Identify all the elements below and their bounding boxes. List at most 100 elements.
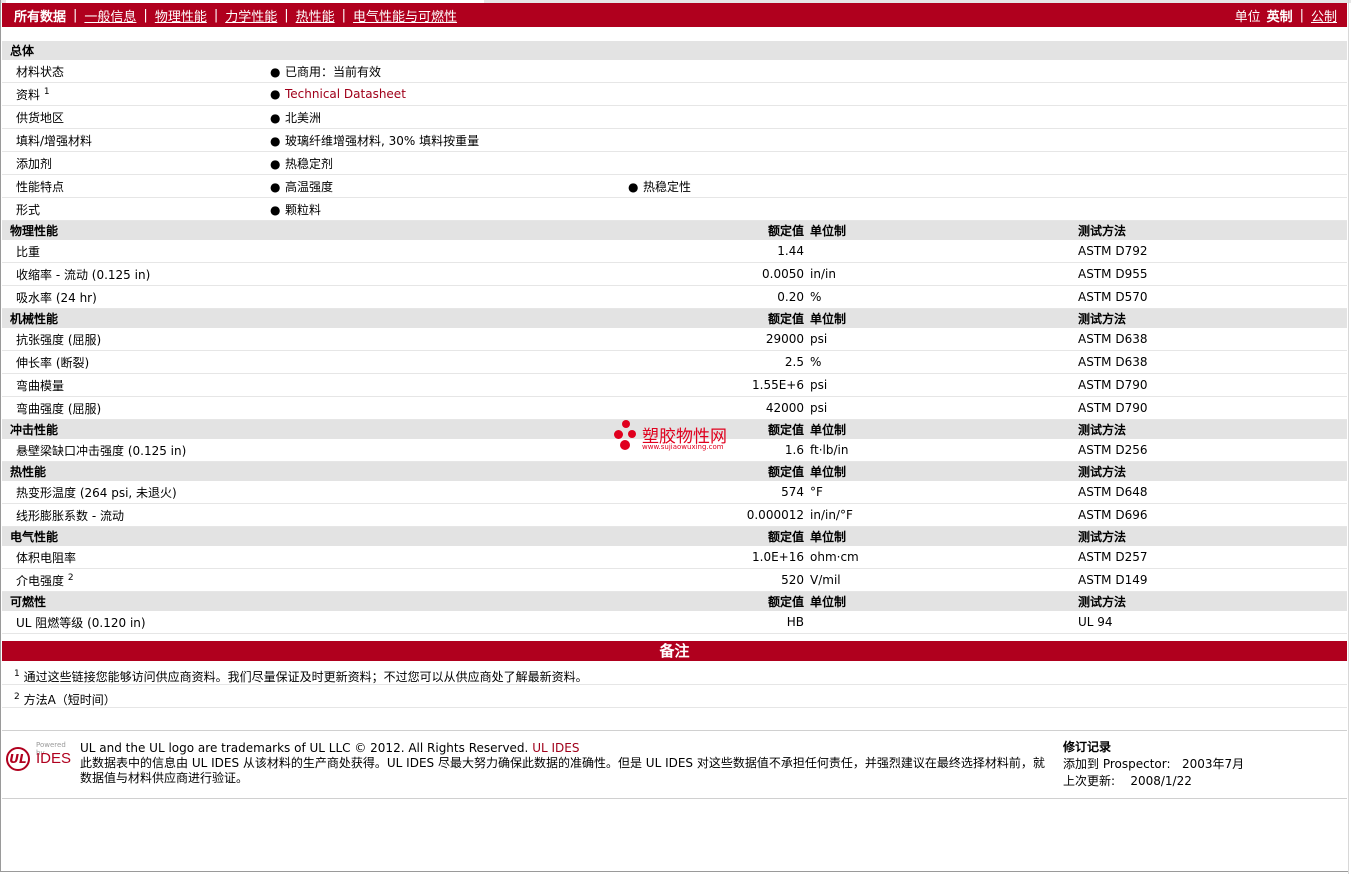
property-value: 1.44 <box>628 240 810 263</box>
method-column-header: 测试方法 <box>1078 419 1348 439</box>
updated-label: 上次更新: <box>1063 774 1116 788</box>
general-value-text: 热稳定剂 <box>285 156 334 171</box>
property-name: 热变形温度 (264 psi, 未退火) <box>2 481 628 504</box>
property-unit: % <box>810 285 1078 309</box>
divider <box>2 730 1347 731</box>
unit-metric[interactable]: 公制 <box>1311 6 1337 25</box>
property-name: 收缩率 - 流动 (0.125 in) <box>2 262 628 286</box>
section-title: 电气性能 <box>2 526 628 546</box>
general-label: 材料状态 <box>2 60 270 83</box>
property-name-text: 弯曲模量 <box>16 378 65 393</box>
section-header-general: 总体 <box>2 41 1348 60</box>
watermark-url: www.sujiaowuxing.com <box>642 443 724 451</box>
general-value-text: 已商用：当前有效 <box>285 64 382 79</box>
ul-logo-icon: UL <box>6 747 30 771</box>
property-test-method: ASTM D790 <box>1078 373 1348 397</box>
watermark-dot <box>620 440 630 450</box>
general-value: ● 热稳定性 <box>628 174 1348 198</box>
property-test-method: UL 94 <box>1078 611 1348 634</box>
property-unit: psi <box>810 328 1078 351</box>
nav-mechanical[interactable]: 力学性能 <box>225 6 277 25</box>
nav-separator: | <box>284 7 289 23</box>
property-unit: ohm·cm <box>810 546 1078 569</box>
property-row: 线形膨胀系数 - 流动 0.000012 in/in/°F ASTM D696 <box>2 503 1348 527</box>
watermark-dot <box>622 420 630 428</box>
property-name: UL 阻燃等级 (0.120 in) <box>2 611 628 634</box>
property-row: 热变形温度 (264 psi, 未退火) 574 °F ASTM D648 <box>2 481 1348 504</box>
unit-column-header: 单位制 <box>810 419 1078 439</box>
general-label: 形式 <box>2 197 270 221</box>
property-row: 弯曲模量 1.55E+6 psi ASTM D790 <box>2 373 1348 397</box>
general-value: ● 高温强度 <box>270 174 628 198</box>
bullet-icon: ● <box>628 179 639 194</box>
watermark-dot <box>614 430 623 439</box>
property-name-text: 弯曲强度 (屈服) <box>16 401 102 416</box>
nav-electrical-flammability[interactable]: 电气性能与可燃性 <box>353 6 457 25</box>
method-column-header: 测试方法 <box>1078 220 1348 240</box>
general-row: 添加剂 ● 热稳定剂 <box>2 151 1348 175</box>
footer-text: UL and the UL logo are trademarks of UL … <box>80 741 1055 786</box>
property-name: 悬壁梁缺口冲击强度 (0.125 in) <box>2 439 628 462</box>
general-row: 性能特点 ● 高温强度 ● 热稳定性 <box>2 174 1348 198</box>
footnote-marker: 2 <box>67 572 74 583</box>
value-column-header: 额定值 <box>628 591 810 611</box>
property-value: 0.20 <box>628 285 810 309</box>
section-title: 总体 <box>2 41 1348 60</box>
trademark-line: UL and the UL logo are trademarks of UL … <box>80 741 1055 756</box>
unit-switcher: 单位 英制 | 公制 <box>1235 6 1347 25</box>
bullet-icon: ● <box>270 156 281 171</box>
unit-imperial[interactable]: 英制 <box>1267 6 1293 25</box>
footer: UL Powered by IDES UL and the UL logo ar… <box>2 733 1347 798</box>
section-title: 冲击性能 <box>2 419 628 439</box>
property-value: 574 <box>628 481 810 504</box>
revision-history: 修订记录 添加到 Prospector: 2003年7月 上次更新: 2008/… <box>1063 739 1244 790</box>
footnote-marker: 1 <box>43 86 50 97</box>
general-label: 资料 1 <box>2 82 270 106</box>
disclaimer-text: 此数据表中的信息由 UL IDES 从该材料的生产商处获得。UL IDES 尽最… <box>80 756 1045 785</box>
nav-separator: | <box>1299 7 1304 23</box>
general-label: 填料/增强材料 <box>2 128 270 152</box>
property-name: 比重 <box>2 240 628 263</box>
ul-ides-link[interactable]: UL IDES <box>532 741 579 755</box>
property-test-method: ASTM D256 <box>1078 439 1348 462</box>
section-title: 可燃性 <box>2 591 628 611</box>
note-text: 方法A（短时间） <box>23 693 116 707</box>
section-title: 热性能 <box>2 461 628 481</box>
method-column-header: 测试方法 <box>1078 461 1348 481</box>
property-value: 1.0E+16 <box>628 546 810 569</box>
unit-label: 单位 <box>1234 9 1261 25</box>
general-label-text: 资料 <box>16 87 41 102</box>
property-unit: % <box>810 350 1078 374</box>
nav-physical[interactable]: 物理性能 <box>155 6 207 25</box>
technical-datasheet-link[interactable]: Technical Datasheet <box>285 87 406 101</box>
general-value-text: 颗粒料 <box>285 202 322 217</box>
nav-general-info[interactable]: 一般信息 <box>84 6 136 25</box>
property-name-text: 比重 <box>16 244 41 259</box>
unit-column-header: 单位制 <box>810 461 1078 481</box>
general-value-text: 热稳定性 <box>643 179 692 194</box>
property-unit: psi <box>810 396 1078 420</box>
method-column-header: 测试方法 <box>1078 308 1348 328</box>
added-row: 添加到 Prospector: 2003年7月 <box>1063 756 1244 773</box>
property-test-method: ASTM D648 <box>1078 481 1348 504</box>
property-value: 42000 <box>628 396 810 420</box>
property-name-text: 吸水率 (24 hr) <box>16 290 97 305</box>
method-column-header: 测试方法 <box>1078 526 1348 546</box>
added-value: 2003年7月 <box>1181 757 1245 771</box>
section-header: 可燃性 额定值 单位制 测试方法 <box>2 591 1348 611</box>
property-unit: in/in <box>810 262 1078 286</box>
bullet-icon: ● <box>270 87 281 101</box>
property-row: 吸水率 (24 hr) 0.20% ASTM D570 <box>2 285 1348 309</box>
nav-all-data[interactable]: 所有数据 <box>14 6 66 25</box>
property-test-method: ASTM D570 <box>1078 285 1348 309</box>
property-unit <box>810 611 1078 634</box>
property-name: 弯曲模量 <box>2 373 628 397</box>
general-value: ● Technical Datasheet <box>270 82 1348 106</box>
note-item: 1 通过这些链接您能够访问供应商资料。我们尽量保证及时更新资料；不过您可以从供应… <box>2 663 1347 685</box>
nav-thermal[interactable]: 热性能 <box>296 6 335 25</box>
general-value: ● 颗粒料 <box>270 197 1348 221</box>
property-test-method: ASTM D149 <box>1078 568 1348 592</box>
general-row: 供货地区 ● 北美洲 <box>2 105 1348 129</box>
property-name: 抗张强度 (屈服) <box>2 328 628 351</box>
property-row: 介电强度 2 520 V/mil ASTM D149 <box>2 568 1348 592</box>
